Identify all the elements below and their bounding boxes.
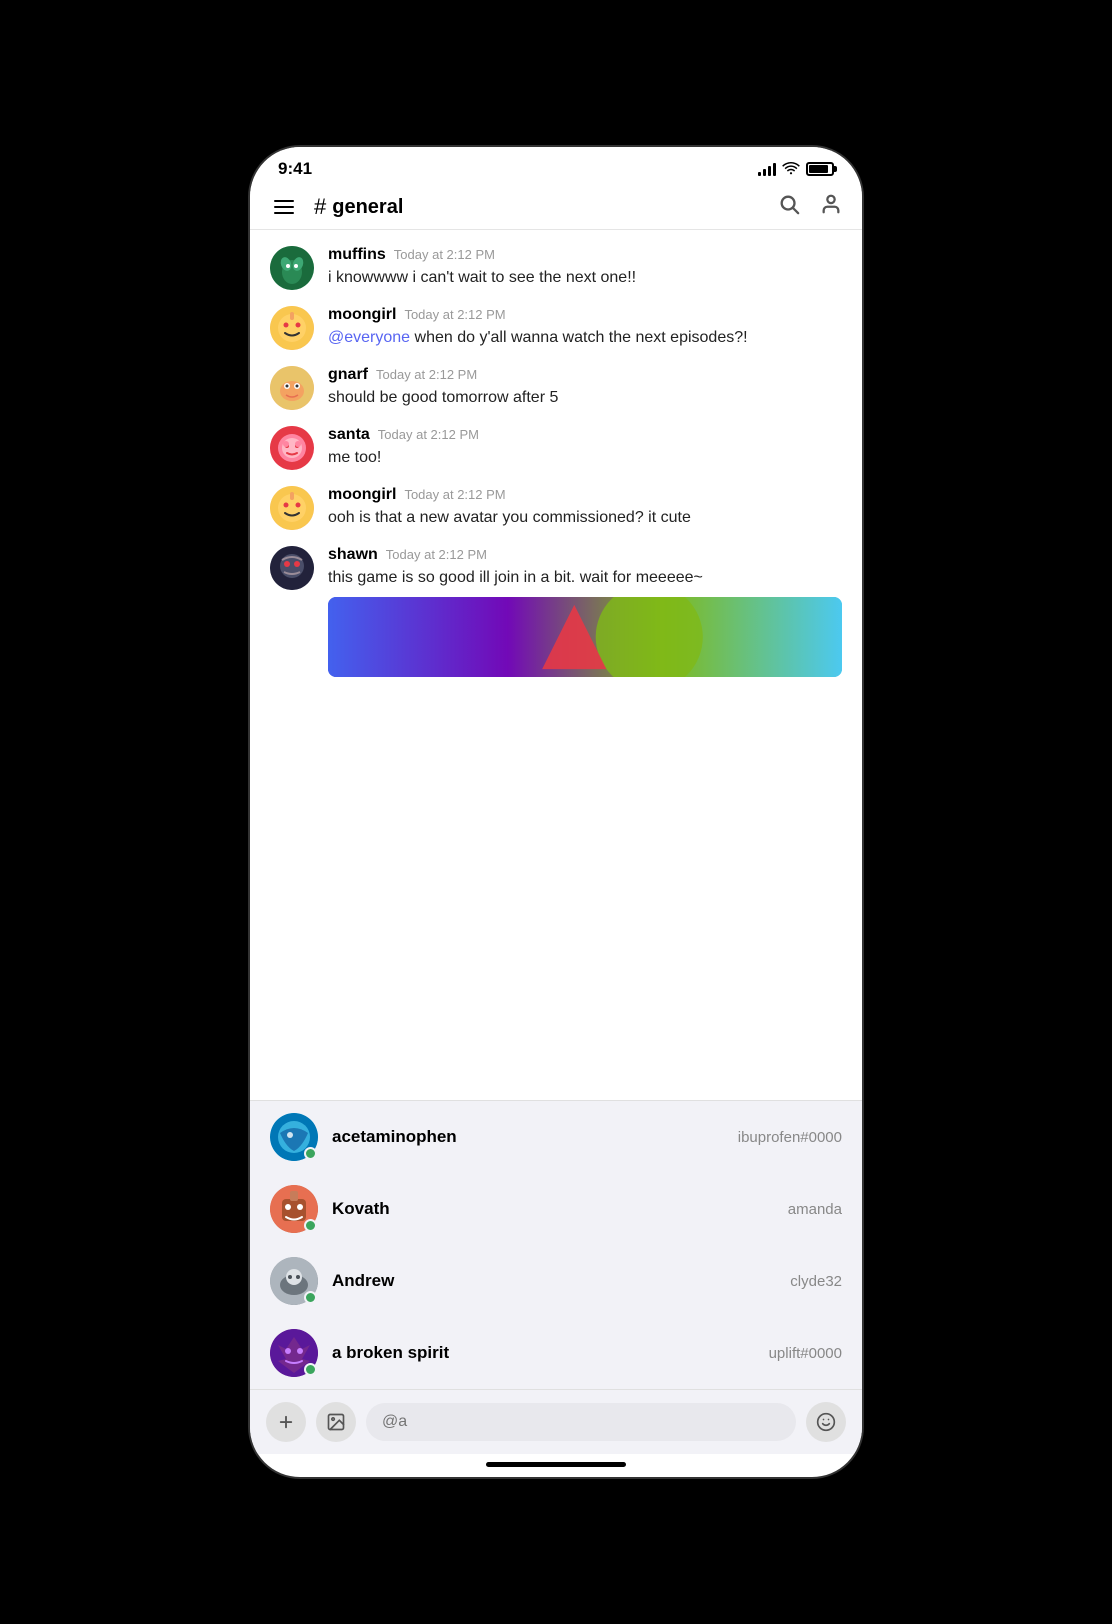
online-indicator — [304, 1147, 317, 1160]
member-avatar-wrap — [270, 1185, 318, 1233]
message-text: should be good tomorrow after 5 — [328, 387, 842, 409]
message-item: gnarf Today at 2:12 PM should be good to… — [250, 358, 862, 418]
channel-title: # general — [314, 194, 778, 220]
chat-input[interactable] — [366, 1403, 796, 1441]
message-header: santa Today at 2:12 PM — [328, 426, 842, 444]
message-timestamp: Today at 2:12 PM — [376, 367, 477, 382]
message-username: muffins — [328, 246, 386, 264]
image-preview — [328, 597, 842, 677]
channel-name: general — [332, 196, 403, 219]
member-avatar-wrap — [270, 1113, 318, 1161]
message-content: santa Today at 2:12 PM me too! — [328, 426, 842, 469]
avatar — [270, 546, 314, 590]
message-header: moongirl Today at 2:12 PM — [328, 306, 842, 324]
member-avatar-wrap — [270, 1329, 318, 1377]
message-text: me too! — [328, 447, 842, 469]
wifi-icon — [782, 161, 800, 178]
member-name: Andrew — [332, 1271, 776, 1291]
message-username: moongirl — [328, 306, 396, 324]
members-icon[interactable] — [820, 193, 842, 221]
app-content: 9:41 — [250, 147, 862, 1477]
online-indicator — [304, 1219, 317, 1232]
signal-icon — [758, 162, 776, 176]
status-bar: 9:41 — [250, 147, 862, 185]
members-section: acetaminophen ibuprofen#0000 — [250, 1100, 862, 1389]
search-icon[interactable] — [778, 193, 800, 221]
message-timestamp: Today at 2:12 PM — [394, 247, 495, 262]
message-item: shawn Today at 2:12 PM this game is so g… — [250, 538, 862, 685]
message-item: moongirl Today at 2:12 PM @everyone when… — [250, 298, 862, 358]
message-header: moongirl Today at 2:12 PM — [328, 486, 842, 504]
menu-button[interactable] — [270, 196, 298, 218]
online-indicator — [304, 1363, 317, 1376]
home-indicator — [486, 1462, 626, 1467]
member-item[interactable]: acetaminophen ibuprofen#0000 — [250, 1101, 862, 1173]
message-item: santa Today at 2:12 PM me too! — [250, 418, 862, 478]
status-icons — [758, 161, 834, 178]
avatar — [270, 306, 314, 350]
member-name: Kovath — [332, 1199, 774, 1219]
image-button[interactable] — [316, 1402, 356, 1442]
emoji-button[interactable] — [806, 1402, 846, 1442]
channel-header: # general — [250, 185, 862, 230]
message-content: muffins Today at 2:12 PM i knowwww i can… — [328, 246, 842, 289]
message-text: ooh is that a new avatar you commissione… — [328, 507, 842, 529]
message-timestamp: Today at 2:12 PM — [386, 547, 487, 562]
message-username: santa — [328, 426, 370, 444]
message-username: gnarf — [328, 366, 368, 384]
message-timestamp: Today at 2:12 PM — [378, 427, 479, 442]
message-text: i knowwww i can't wait to see the next o… — [328, 267, 842, 289]
member-avatar-wrap — [270, 1257, 318, 1305]
message-content: moongirl Today at 2:12 PM @everyone when… — [328, 306, 842, 349]
member-item[interactable]: a broken spirit uplift#0000 Old Username — [250, 1317, 862, 1389]
message-username: moongirl — [328, 486, 396, 504]
member-item[interactable]: Andrew clyde32 — [250, 1245, 862, 1317]
message-header: muffins Today at 2:12 PM — [328, 246, 842, 264]
message-text: @everyone when do y'all wanna watch the … — [328, 327, 842, 349]
input-bar — [250, 1389, 862, 1454]
member-item[interactable]: Kovath amanda New Username — [250, 1173, 862, 1245]
avatar — [270, 426, 314, 470]
message-text: this game is so good ill join in a bit. … — [328, 567, 842, 589]
message-item: muffins Today at 2:12 PM i knowwww i can… — [250, 238, 862, 298]
member-name: acetaminophen — [332, 1127, 724, 1147]
member-name: a broken spirit — [332, 1343, 755, 1363]
member-tag: uplift#0000 — [769, 1345, 842, 1362]
avatar — [270, 246, 314, 290]
message-timestamp: Today at 2:12 PM — [404, 487, 505, 502]
header-icons — [778, 193, 842, 221]
hash-icon: # — [314, 194, 326, 220]
status-time: 9:41 — [278, 159, 312, 179]
message-item: moongirl Today at 2:12 PM ooh is that a … — [250, 478, 862, 538]
message-timestamp: Today at 2:12 PM — [404, 307, 505, 322]
add-button[interactable] — [266, 1402, 306, 1442]
message-content: moongirl Today at 2:12 PM ooh is that a … — [328, 486, 842, 529]
member-tag: ibuprofen#0000 — [738, 1129, 842, 1146]
member-tag: amanda — [788, 1201, 842, 1218]
message-username: shawn — [328, 546, 378, 564]
message-content: gnarf Today at 2:12 PM should be good to… — [328, 366, 842, 409]
message-header: gnarf Today at 2:12 PM — [328, 366, 842, 384]
battery-icon — [806, 162, 834, 176]
message-content: shawn Today at 2:12 PM this game is so g… — [328, 546, 842, 677]
avatar — [270, 486, 314, 530]
phone-frame: 9:41 — [250, 147, 862, 1477]
message-header: shawn Today at 2:12 PM — [328, 546, 842, 564]
online-indicator — [304, 1291, 317, 1304]
avatar — [270, 366, 314, 410]
mention: @everyone — [328, 329, 410, 346]
member-tag: clyde32 — [790, 1273, 842, 1290]
messages-area: muffins Today at 2:12 PM i knowwww i can… — [250, 230, 862, 1100]
